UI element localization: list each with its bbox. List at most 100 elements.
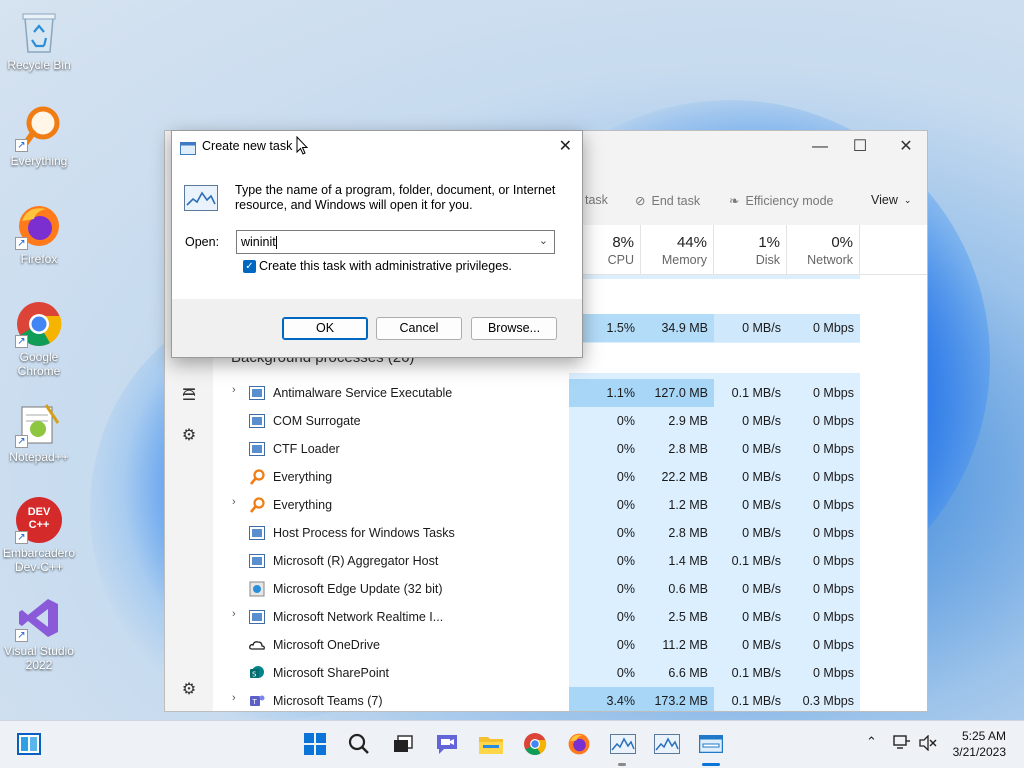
- disk-cell: 0.1 MB/s: [731, 666, 781, 680]
- end-task-button[interactable]: ⊘ End task: [635, 193, 700, 209]
- desktop-icon-firefox[interactable]: ↗ Firefox: [2, 202, 76, 266]
- shortcut-arrow-icon: ↗: [15, 435, 28, 448]
- win-process-icon: [249, 413, 265, 429]
- memory-cell: 2.8 MB: [668, 526, 708, 540]
- shortcut-arrow-icon: ↗: [15, 335, 28, 348]
- network-icon[interactable]: [893, 735, 911, 755]
- cancel-button[interactable]: Cancel: [376, 317, 462, 340]
- maximize-button[interactable]: ☐: [845, 137, 875, 157]
- chevron-right-icon[interactable]: ›: [232, 496, 236, 508]
- file-explorer-icon[interactable]: [478, 731, 504, 757]
- table-row[interactable]: Host Process for Windows Tasks 0% 2.8 MB 0 …: [213, 519, 927, 547]
- everything-icon: ↗: [15, 104, 63, 152]
- browse-button[interactable]: Browse...: [471, 317, 557, 340]
- memory-cell: 2.8 MB: [668, 442, 708, 456]
- chevron-down-icon[interactable]: ⌄: [539, 234, 548, 247]
- desktop-icon-notepad-plus-plus[interactable]: ↗ Notepad++: [2, 400, 76, 464]
- cpu-cell: 0%: [616, 498, 635, 512]
- system-clock[interactable]: 5:25 AM 3/21/2023: [953, 728, 1006, 760]
- column-disk[interactable]: 1% Disk: [714, 225, 787, 275]
- nav-details-icon[interactable]: ☰: [179, 385, 199, 405]
- table-row[interactable]: Microsoft (R) Aggregator Host 0% 1.4 MB 0.1…: [213, 547, 927, 575]
- table-row[interactable]: › Microsoft Network Realtime I... 0% 2.5 MB…: [213, 603, 927, 631]
- memory-cell: 173.2 MB: [641, 687, 714, 711]
- search-icon[interactable]: [346, 731, 372, 757]
- desktop-icon-devcpp[interactable]: DEV C++ ↗ Embarcadero Dev-C++: [2, 496, 76, 574]
- table-row[interactable]: COM Surrogate 0% 2.9 MB 0 MB/s 0 Mbps: [213, 407, 927, 435]
- table-row[interactable]: › Everything 0% 1.2 MB 0 MB/s 0 Mbps: [213, 491, 927, 519]
- svg-text:T: T: [252, 698, 258, 706]
- table-row[interactable]: › Antimalware Service Executable 1.1% 127.0…: [213, 379, 927, 407]
- cpu-cell: 0%: [616, 442, 635, 456]
- memory-cell: 0.6 MB: [668, 582, 708, 596]
- network-cell: 0 Mbps: [813, 638, 854, 652]
- disk-cell: 0 MB/s: [714, 314, 787, 342]
- desktop-icon-label: Firefox: [20, 252, 58, 266]
- open-input-value[interactable]: wininit: [241, 235, 276, 249]
- cpu-cell: 0%: [616, 554, 635, 568]
- desktop-icon-google-chrome[interactable]: ↗ Google Chrome: [2, 300, 76, 378]
- memory-cell: 2.9 MB: [668, 414, 708, 428]
- nav-services-icon[interactable]: ⚙: [179, 425, 199, 445]
- network-cell: 0 Mbps: [813, 610, 854, 624]
- widgets-icon[interactable]: [16, 731, 42, 757]
- admin-privileges-label[interactable]: Create this task with administrative pri…: [259, 259, 512, 273]
- teams-chat-icon[interactable]: [434, 731, 460, 757]
- disk-cell: 0 MB/s: [742, 638, 781, 652]
- chevron-up-icon[interactable]: ⌃: [866, 735, 877, 750]
- shortcut-arrow-icon: ↗: [15, 531, 28, 544]
- disk-cell: 0.1 MB/s: [731, 554, 781, 568]
- memory-percent: 44%: [676, 234, 707, 251]
- dialog-body: Type the name of a program, folder, docu…: [172, 161, 582, 299]
- minimize-button[interactable]: —: [805, 137, 835, 157]
- open-combobox[interactable]: wininit ⌄: [236, 230, 555, 254]
- task-manager-graph-icon: [184, 185, 218, 215]
- column-memory[interactable]: 44% Memory: [641, 225, 714, 275]
- ok-button[interactable]: OK: [282, 317, 368, 340]
- chevron-right-icon[interactable]: ›: [232, 692, 236, 704]
- memory-cell: 1.2 MB: [668, 498, 708, 512]
- table-row[interactable]: Microsoft OneDrive 0% 11.2 MB 0 MB/s 0 Mbps: [213, 631, 927, 659]
- task-manager-taskbar-icon[interactable]: [654, 731, 680, 757]
- close-button[interactable]: ✕: [891, 137, 921, 157]
- dialog-titlebar[interactable]: Create new task ✕: [172, 131, 582, 161]
- table-row[interactable]: CTF Loader 0% 2.8 MB 0 MB/s 0 Mbps: [213, 435, 927, 463]
- disk-cell: 0 MB/s: [742, 414, 781, 428]
- table-row[interactable]: Everything 0% 22.2 MB 0 MB/s 0 Mbps: [213, 463, 927, 491]
- chevron-right-icon[interactable]: ›: [232, 608, 236, 620]
- everything-process-icon: [249, 497, 265, 513]
- cpu-cell: 0%: [616, 470, 635, 484]
- run-task-label: task: [585, 193, 608, 207]
- win-process-icon: [249, 525, 265, 541]
- desktop-icon-everything[interactable]: ↗ Everything: [2, 104, 76, 168]
- leaf-icon: ❧: [729, 194, 740, 208]
- start-button[interactable]: [302, 731, 328, 757]
- desktop-icon-recycle-bin[interactable]: Recycle Bin: [2, 8, 76, 72]
- network-cell: 0 Mbps: [813, 666, 854, 680]
- chevron-right-icon[interactable]: ›: [232, 384, 236, 396]
- volume-muted-icon[interactable]: [919, 734, 937, 755]
- admin-privileges-checkbox[interactable]: ✓: [243, 260, 256, 273]
- run-dialog-taskbar-icon[interactable]: [698, 731, 724, 757]
- nav-settings-icon[interactable]: ⚙: [179, 679, 199, 699]
- chrome-icon[interactable]: [522, 731, 548, 757]
- table-row[interactable]: › T Microsoft Teams (7) 3.4% 173.2 MB 0.1 MB/…: [213, 687, 927, 711]
- table-row[interactable]: Microsoft Edge Update (32 bit) 0% 0.6 MB 0 …: [213, 575, 927, 603]
- firefox-icon[interactable]: [566, 731, 592, 757]
- process-name: COM Surrogate: [273, 414, 361, 428]
- notepad-plus-plus-icon: ↗: [15, 400, 63, 448]
- dialog-close-button[interactable]: ✕: [559, 136, 572, 156]
- table-row[interactable]: S Microsoft SharePoint 0% 6.6 MB 0.1 MB/s 0 M…: [213, 659, 927, 687]
- text-caret: [275, 236, 277, 250]
- task-manager-taskbar-icon[interactable]: [610, 731, 636, 757]
- memory-cell: 1.4 MB: [668, 554, 708, 568]
- run-new-task-button[interactable]: task: [585, 193, 608, 207]
- efficiency-mode-button[interactable]: ❧ Efficiency mode: [729, 193, 834, 209]
- process-name: Everything: [273, 498, 333, 512]
- task-view-icon[interactable]: [390, 731, 416, 757]
- cpu-cell: 0%: [616, 582, 635, 596]
- view-dropdown[interactable]: View ⌄: [871, 193, 911, 207]
- column-network[interactable]: 0% Network: [787, 225, 860, 275]
- desktop-icon-visual-studio[interactable]: ↗ Visual Studio 2022: [2, 594, 76, 672]
- everything-process-icon: [249, 469, 265, 485]
